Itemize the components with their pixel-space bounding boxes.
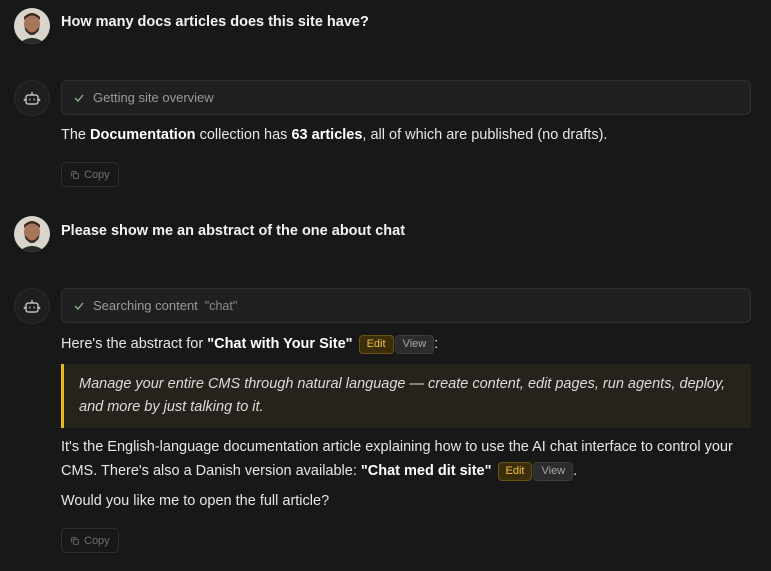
tool-call-status[interactable]: Searching content "chat": [61, 288, 751, 323]
copy-label: Copy: [84, 168, 110, 181]
view-button[interactable]: View: [533, 462, 574, 481]
assistant-avatar: [14, 288, 50, 324]
article-count: 63 articles: [291, 127, 363, 143]
collection-name: Documentation: [90, 127, 196, 143]
article-title: "Chat with Your Site": [207, 336, 353, 352]
robot-icon: [23, 300, 41, 313]
view-button[interactable]: View: [394, 335, 435, 354]
assistant-response: The Documentation collection has 63 arti…: [61, 123, 751, 147]
followup-question: Would you like me to open the full artic…: [61, 493, 330, 509]
check-icon: [73, 300, 85, 312]
tool-call-label: Searching content: [93, 298, 198, 313]
assistant-response: Here's the abstract for "Chat with Your …: [61, 332, 751, 356]
copy-label: Copy: [84, 534, 110, 547]
copy-icon: [71, 170, 79, 179]
edit-button[interactable]: Edit: [358, 335, 394, 354]
user-message: Please show me an abstract of the one ab…: [61, 223, 406, 239]
robot-icon: [23, 92, 41, 105]
user-avatar: [14, 8, 50, 44]
assistant-avatar: [14, 80, 50, 116]
tool-call-label: Getting site overview: [93, 90, 214, 105]
response-text: :: [434, 336, 439, 352]
copy-button[interactable]: Copy: [61, 528, 119, 553]
abstract-quote: Manage your entire CMS through natural l…: [61, 364, 751, 428]
copy-icon: [71, 536, 79, 545]
user-photo-icon: [14, 8, 50, 44]
response-text: The: [61, 127, 91, 143]
edit-button[interactable]: Edit: [497, 462, 533, 481]
response-text: collection has: [195, 127, 292, 143]
assistant-response: It's the English-language documentation …: [61, 435, 751, 483]
response-text: , all of which are published (no drafts)…: [362, 127, 608, 143]
response-text: .: [573, 463, 578, 479]
tool-call-query: "chat": [204, 298, 238, 313]
tool-call-status[interactable]: Getting site overview: [61, 80, 751, 115]
user-message: How many docs articles does this site ha…: [61, 14, 369, 30]
danish-article-title: "Chat med dit site": [360, 463, 492, 479]
check-icon: [73, 92, 85, 104]
copy-button[interactable]: Copy: [61, 162, 119, 187]
user-photo-icon: [14, 216, 50, 252]
user-avatar: [14, 216, 50, 252]
response-text: Here's the abstract for: [61, 336, 208, 352]
